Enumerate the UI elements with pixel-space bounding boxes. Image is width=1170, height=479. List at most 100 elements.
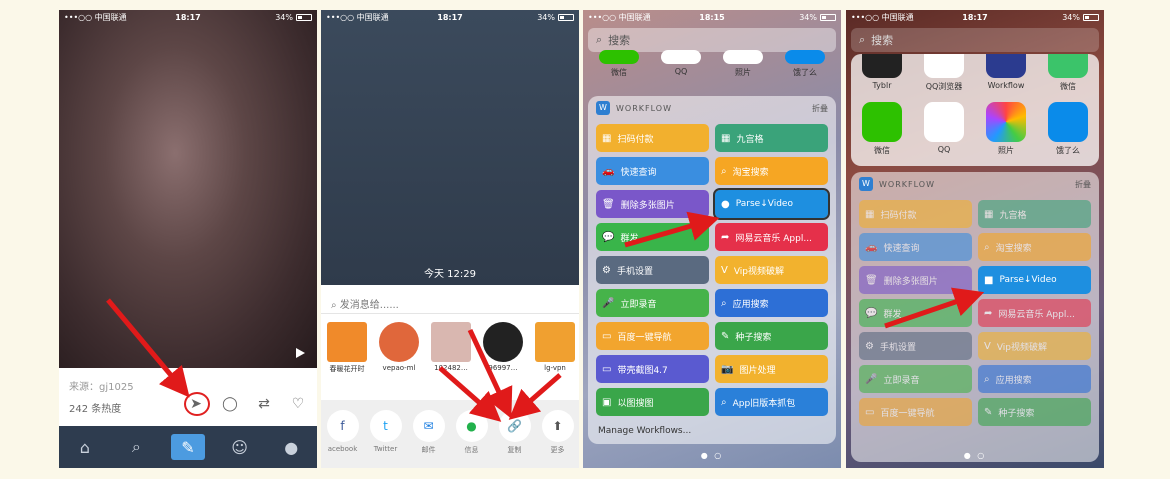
share-label: 更多 xyxy=(550,446,565,454)
share-label: acebook xyxy=(327,445,358,453)
workflow-button[interactable]: ⌕ App旧版本抓包 xyxy=(715,388,828,416)
contact-item[interactable]: vepao-ml xyxy=(377,322,421,374)
workflow-button[interactable]: ▦ 九宫格 xyxy=(978,200,1091,228)
status-bar: •••○○ 中国联通 18:17 34% xyxy=(846,10,1104,25)
workflow-button-icon: ⚙ xyxy=(865,340,874,352)
workflow-button[interactable]: V Vip视频破解 xyxy=(715,256,828,284)
workflow-button[interactable]: 💬 群发 xyxy=(596,223,709,251)
workflow-button[interactable]: ⌕ 应用搜索 xyxy=(978,365,1091,393)
workflow-button-icon: 💬 xyxy=(602,231,615,243)
widget-header: W WORKFLOW 折叠 xyxy=(851,172,1099,196)
app-qq[interactable]: QQ xyxy=(656,50,706,78)
like-icon[interactable]: ♡ xyxy=(289,396,307,412)
workflow-button[interactable]: ▦ 扫码付款 xyxy=(596,124,709,152)
workflow-button[interactable]: ▦ 扫码付款 xyxy=(859,200,972,228)
app-photos[interactable]: 照片 xyxy=(718,50,768,78)
workflow-button[interactable]: ▣ 以图搜图 xyxy=(596,388,709,416)
workflow-button[interactable]: ⌕ 淘宝搜索 xyxy=(715,157,828,185)
workflow-button[interactable]: 🚗 快速查询 xyxy=(859,233,972,261)
send-icon[interactable]: ➤ xyxy=(187,396,205,412)
wechat-icon xyxy=(599,50,639,64)
app-label: 微信 xyxy=(874,146,890,155)
workflow-button[interactable]: ■ Parse↓Video xyxy=(978,266,1091,294)
workflow-button[interactable]: ⚙ 手机设置 xyxy=(596,256,709,284)
share-more[interactable]: ⬆ 更多 xyxy=(538,410,578,468)
app-wechat[interactable]: 微信 xyxy=(594,50,644,78)
app-qq[interactable]: QQ xyxy=(919,102,969,156)
play-icon[interactable] xyxy=(296,348,305,358)
collapse-button[interactable]: 折叠 xyxy=(1075,179,1091,190)
share-mail[interactable]: ✉ 邮件 xyxy=(409,410,449,468)
workflow-button-label: 以图搜图 xyxy=(617,398,654,409)
page-dots: ● ○ xyxy=(700,451,724,460)
workflow-button-label: 扫码付款 xyxy=(880,210,917,221)
qqbrowser-icon xyxy=(924,54,964,78)
edit-icon[interactable]: ✎ xyxy=(170,434,205,460)
repost-icon[interactable]: ⇄ xyxy=(255,396,273,412)
workflow-button[interactable]: ⌕ 应用搜索 xyxy=(715,289,828,317)
app-label: 微信 xyxy=(611,68,627,77)
status-bar: •••○○ 中国联通 18:17 34% xyxy=(59,10,317,25)
home-icon[interactable]: ⌂ xyxy=(68,434,102,460)
share-copy[interactable]: 🔗 复制 xyxy=(495,410,535,468)
message-input[interactable]: ⌕ 发消息给...... xyxy=(321,290,579,314)
workflow-button[interactable]: ▭ 百度一键导航 xyxy=(596,322,709,350)
workflow-button[interactable]: ⌕ 淘宝搜索 xyxy=(978,233,1091,261)
workflow-button[interactable]: 🚗 快速查询 xyxy=(596,157,709,185)
app-tyblr[interactable]: Tyblr xyxy=(857,54,907,92)
workflow-button-label: 快速查询 xyxy=(620,167,657,178)
contact-item[interactable]: 102482… xyxy=(429,322,473,374)
profile-icon[interactable]: ● xyxy=(274,434,308,460)
share-facebook[interactable]: f acebook xyxy=(323,410,363,468)
workflow-button[interactable]: 🎤 立即录音 xyxy=(596,289,709,317)
workflow-button[interactable]: 🗑 删除多张图片 xyxy=(596,190,709,218)
workflow-button[interactable]: 💬 群发 xyxy=(859,299,972,327)
app-workflow[interactable]: Workflow xyxy=(981,54,1031,92)
workflow-button[interactable]: ✎ 种子搜索 xyxy=(978,398,1091,426)
workflow-button-label: 百度一键导航 xyxy=(880,408,935,419)
app-label: 照片 xyxy=(735,68,751,77)
share-twitter[interactable]: t Twitter xyxy=(366,410,406,468)
search-icon: ⌕ xyxy=(859,33,866,46)
contact-name: lg-vpn xyxy=(544,364,566,372)
workflow-button-label: 快速查询 xyxy=(883,243,920,254)
workflow-button-label: 手机设置 xyxy=(616,266,653,277)
app-photos[interactable]: 照片 xyxy=(981,102,1031,156)
app-label: 饿了么 xyxy=(1056,146,1080,155)
search-icon: ⌕ xyxy=(596,33,603,46)
contact-item[interactable]: 96997… xyxy=(481,322,525,374)
app-eleme[interactable]: 饿了么 xyxy=(1043,102,1093,156)
search-input[interactable]: ⌕ 搜索 xyxy=(851,28,1099,52)
app-wechat[interactable]: 微信 xyxy=(1043,54,1093,92)
workflow-button-icon: ▭ xyxy=(602,363,612,375)
workflow-button-label: 应用搜索 xyxy=(995,375,1032,386)
workflow-button[interactable]: 🗑 删除多张图片 xyxy=(859,266,972,294)
message-icon: ● xyxy=(455,410,488,442)
collapse-button[interactable]: 折叠 xyxy=(812,103,828,114)
workflow-button[interactable]: ➦ 网易云音乐 Appl... xyxy=(978,299,1091,327)
contact-item[interactable]: lg-vpn xyxy=(533,322,577,374)
app-qqbrowser[interactable]: QQ浏览器 xyxy=(919,54,969,92)
contact-item[interactable]: 春暖花开时 xyxy=(325,322,369,374)
workflow-button[interactable]: ⚙ 手机设置 xyxy=(859,332,972,360)
comment-icon[interactable]: ◯ xyxy=(221,396,239,412)
workflow-button[interactable]: V Vip视频破解 xyxy=(978,332,1091,360)
search-input[interactable]: ⌕ 搜索 xyxy=(588,28,836,52)
workflow-button[interactable]: 🎤 立即录音 xyxy=(859,365,972,393)
app-wechat[interactable]: 微信 xyxy=(857,102,907,156)
workflow-button-icon: ▭ xyxy=(865,406,875,418)
workflow-button[interactable]: 📷 图片处理 xyxy=(715,355,828,383)
video-player[interactable] xyxy=(59,10,317,368)
workflow-button[interactable]: ✎ 种子搜索 xyxy=(715,322,828,350)
app-eleme[interactable]: 饿了么 xyxy=(780,50,830,78)
workflow-button[interactable]: ▭ 百度一键导航 xyxy=(859,398,972,426)
workflow-button[interactable]: ➦ 网易云音乐 Appl... xyxy=(715,223,828,251)
workflow-button[interactable]: ▭ 带壳截图4.7 xyxy=(596,355,709,383)
search-icon[interactable]: ⌕ xyxy=(119,434,153,460)
manage-workflows-link[interactable]: Manage Workflows... xyxy=(588,420,836,444)
share-message[interactable]: ● 信息 xyxy=(452,410,492,468)
workflow-button[interactable]: ▦ 九宫格 xyxy=(715,124,828,152)
share-label: 复制 xyxy=(507,446,522,454)
emoji-icon[interactable]: ☺ xyxy=(223,434,257,460)
workflow-button[interactable]: ● Parse↓Video xyxy=(713,188,830,220)
